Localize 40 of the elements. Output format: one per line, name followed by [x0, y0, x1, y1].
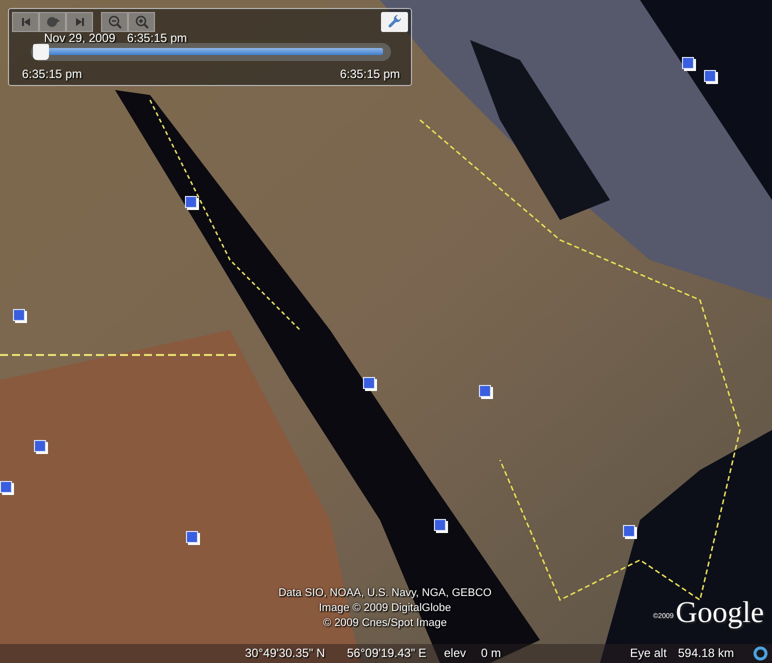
- placemark-icon[interactable]: [623, 525, 635, 537]
- attribution-text: Image © 2009 DigitalGlobe: [318, 601, 452, 616]
- time-slider-thumb[interactable]: [33, 44, 49, 60]
- elevation-label: elev: [444, 645, 466, 662]
- navigation-ring-icon[interactable]: [753, 646, 768, 661]
- placemark-icon[interactable]: [186, 531, 198, 543]
- placemark-icon[interactable]: [0, 481, 12, 493]
- current-time: 6:35:15 pm: [127, 31, 188, 45]
- placemark-icon[interactable]: [34, 440, 46, 452]
- end-time: 6:35:15 pm: [340, 67, 400, 81]
- placemark-icon[interactable]: [434, 519, 446, 531]
- eye-altitude-label: Eye alt: [630, 645, 667, 662]
- play-icon: [46, 16, 60, 28]
- zoom-in-button[interactable]: [128, 12, 155, 32]
- time-slider-track[interactable]: [31, 43, 391, 61]
- placemark-icon[interactable]: [479, 385, 491, 397]
- skip-back-button[interactable]: [12, 12, 39, 32]
- attribution-text: © 2009 Cnes/Spot Image: [322, 616, 448, 631]
- satellite-map-drawing[interactable]: [0, 0, 772, 663]
- longitude-text: 56°09'19.43" E: [347, 645, 426, 662]
- placemark-icon[interactable]: [363, 377, 375, 389]
- elevation-value: 0 m: [481, 645, 502, 662]
- start-time: 6:35:15 pm: [22, 67, 82, 81]
- skip-forward-icon: [74, 17, 84, 27]
- current-date: Nov 29, 2009: [44, 31, 116, 45]
- zoom-out-button[interactable]: [101, 12, 128, 32]
- skip-back-icon: [20, 17, 30, 27]
- eye-altitude-value: 594.18 km: [678, 645, 734, 662]
- latitude-text: 30°49'30.35" N: [245, 645, 326, 662]
- placemark-icon[interactable]: [13, 309, 25, 321]
- zoom-out-icon: [108, 15, 122, 29]
- logo-text: Google: [676, 596, 764, 630]
- placemark-icon[interactable]: [682, 57, 694, 69]
- skip-forward-button[interactable]: [66, 12, 93, 32]
- settings-button[interactable]: [381, 12, 408, 32]
- zoom-in-icon: [134, 15, 148, 29]
- wrench-icon: [388, 15, 402, 29]
- placemark-icon[interactable]: [185, 196, 197, 208]
- play-button[interactable]: [39, 12, 66, 32]
- placemark-icon[interactable]: [704, 70, 716, 82]
